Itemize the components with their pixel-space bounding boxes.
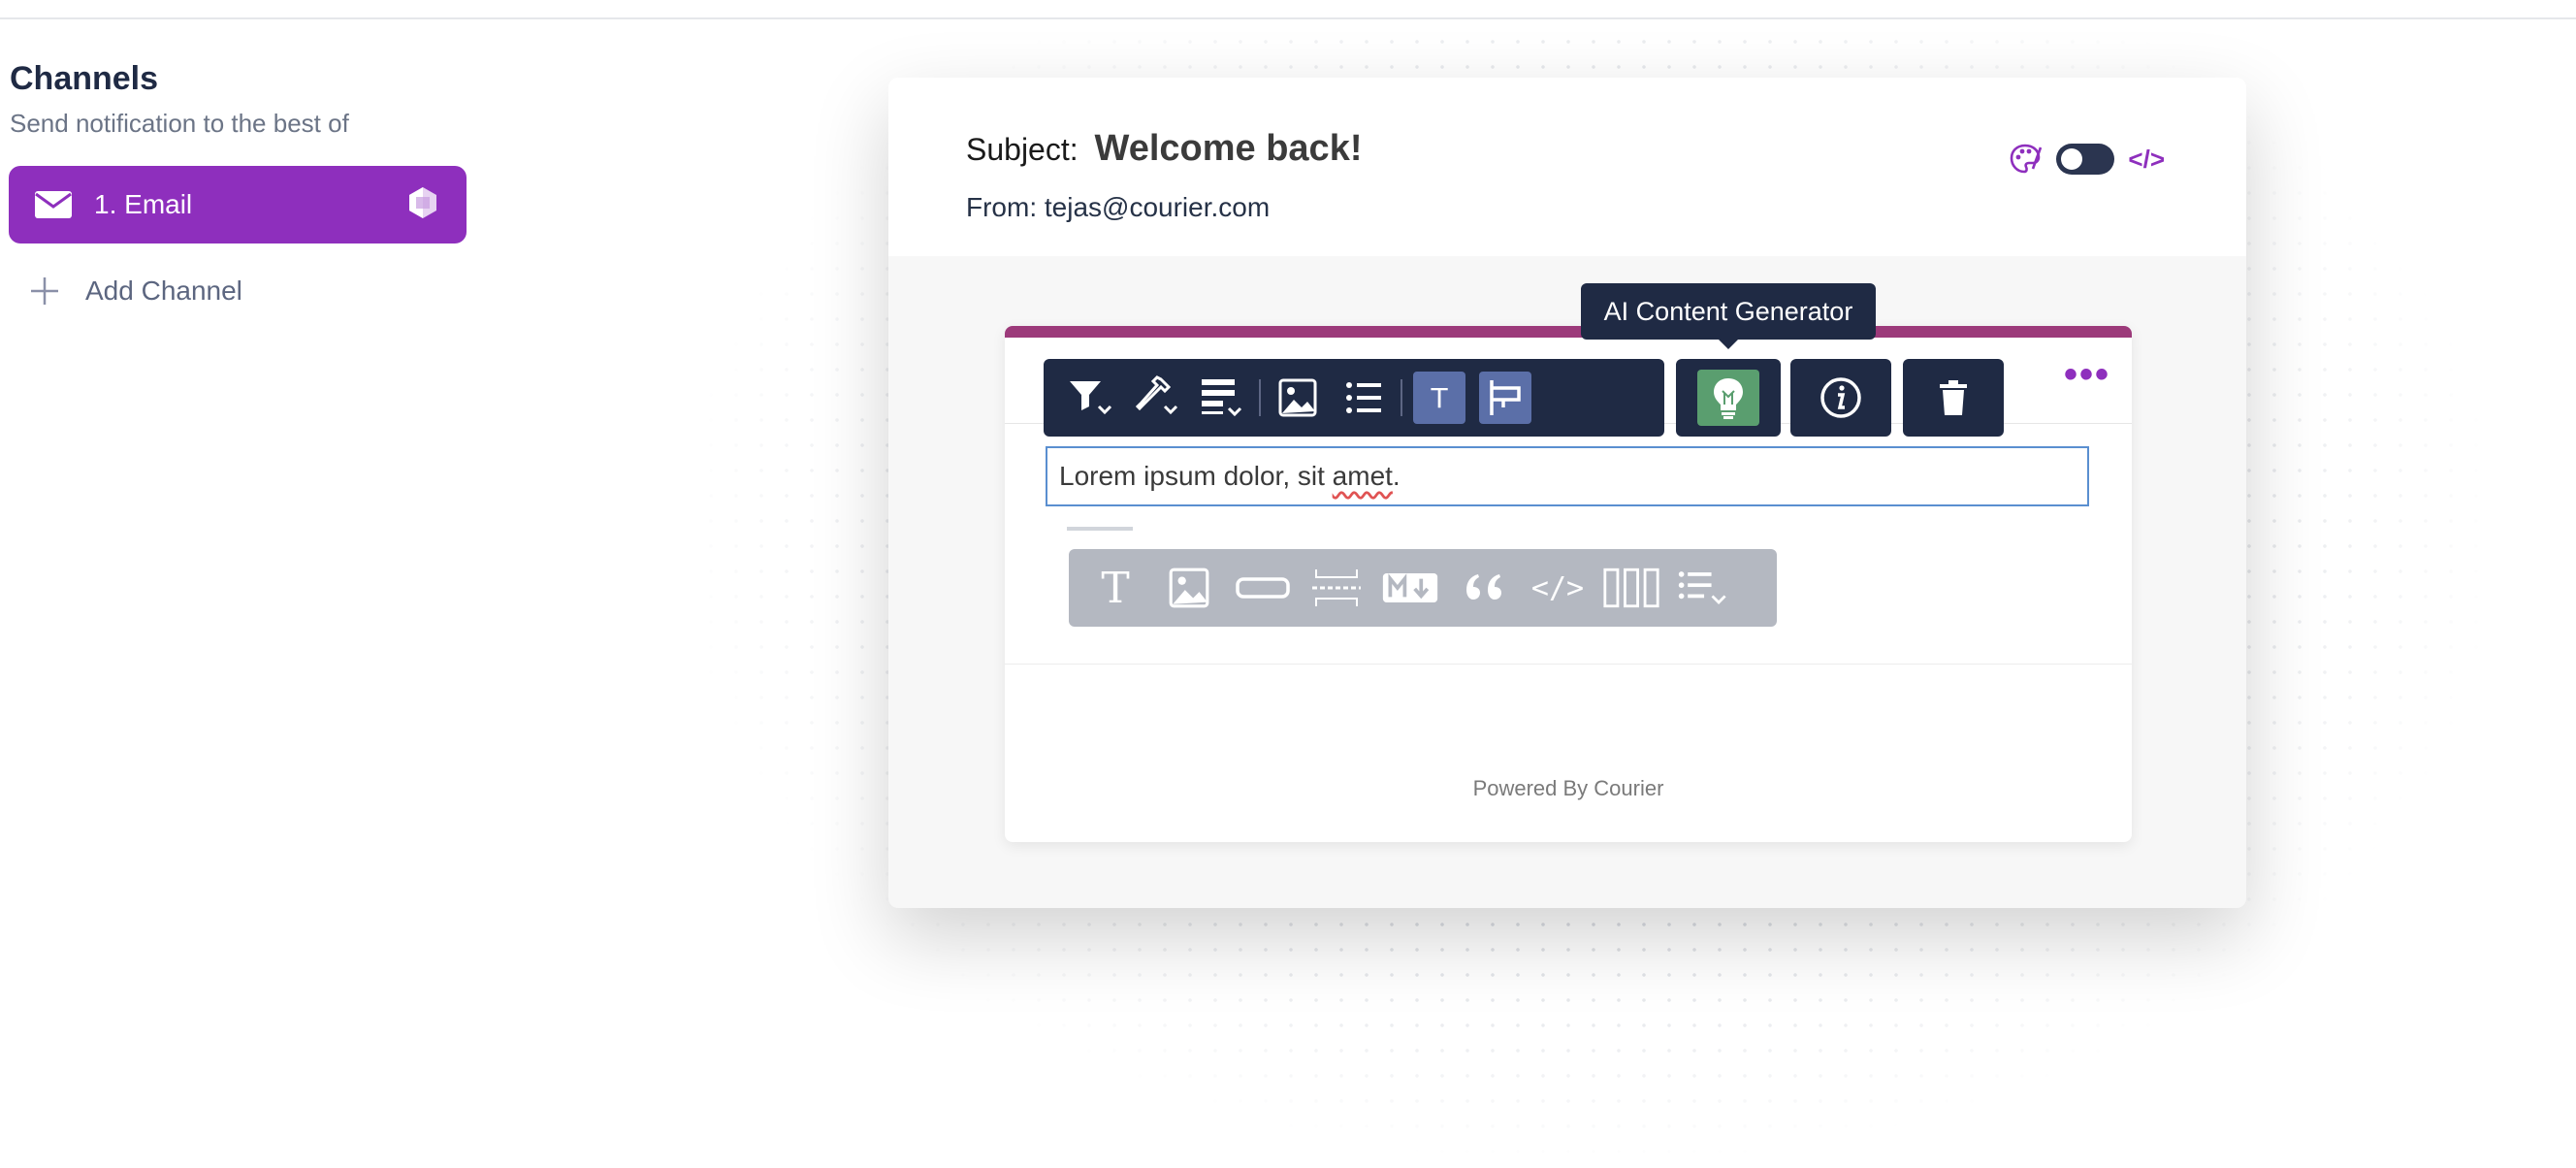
quote-block-icon[interactable] xyxy=(1455,561,1513,615)
markdown-block-icon[interactable] xyxy=(1381,561,1439,615)
more-options-icon[interactable]: ••• xyxy=(2064,355,2110,394)
envelope-icon xyxy=(35,191,72,218)
text-block-icon[interactable]: T xyxy=(1086,561,1144,615)
filter-icon[interactable] xyxy=(1064,372,1116,424)
footer-divider xyxy=(1005,664,2132,665)
top-divider xyxy=(0,17,2576,19)
plus-icon xyxy=(31,277,58,305)
code-block-icon[interactable]: </> xyxy=(1529,561,1587,615)
channels-title: Channels xyxy=(10,60,159,97)
button-block-icon[interactable] xyxy=(1234,561,1292,615)
image-block-icon[interactable] xyxy=(1160,561,1218,615)
align-icon[interactable] xyxy=(1196,372,1248,424)
toolbar-separator xyxy=(1259,379,1261,416)
block-toolbar: T xyxy=(1044,359,1664,437)
subject-label: Subject: xyxy=(966,132,1079,167)
info-button[interactable] xyxy=(1790,359,1891,437)
delete-button[interactable] xyxy=(1903,359,2004,437)
lightbulb-icon xyxy=(1697,370,1759,426)
misspelled-word: amet xyxy=(1332,461,1393,491)
from-value[interactable]: tejas@courier.com xyxy=(1045,192,1270,222)
subject-value[interactable]: Welcome back! xyxy=(1095,128,1363,169)
ai-content-generator-tooltip: AI Content Generator xyxy=(1581,283,1876,349)
columns-block-icon[interactable] xyxy=(1602,561,1660,615)
image-icon[interactable] xyxy=(1272,372,1324,424)
palette-icon[interactable] xyxy=(2008,142,2043,177)
email-editor-card: Subject: Welcome back! From: tejas@couri… xyxy=(888,78,2246,908)
powered-by-text: Powered By Courier xyxy=(1472,776,1664,800)
subject-line[interactable]: Subject: Welcome back! xyxy=(966,128,1362,170)
channels-subtitle: Send notification to the best of xyxy=(10,109,349,138)
list-icon[interactable] xyxy=(1337,372,1390,424)
add-channel-label: Add Channel xyxy=(85,276,242,306)
courier-logo-icon xyxy=(409,187,436,218)
trash-icon xyxy=(1940,380,1967,415)
code-icon[interactable]: </> xyxy=(2128,145,2165,175)
drag-handle-line xyxy=(1067,527,1133,531)
text-content: Lorem ipsum dolor, sit xyxy=(1059,461,1333,491)
preview-toggle[interactable] xyxy=(2056,144,2115,175)
email-header: Subject: Welcome back! From: tejas@couri… xyxy=(888,78,2246,256)
channel-label: Email xyxy=(124,189,193,219)
channel-number: 1. xyxy=(94,189,117,219)
channel-email-item[interactable]: 1. Email xyxy=(9,166,467,243)
email-body: T ••• Lorem ipsum dolor, sit amet. T </>… xyxy=(1005,326,2132,842)
toggle-knob xyxy=(2061,148,2083,170)
add-channel-button[interactable]: Add Channel xyxy=(29,276,242,307)
ai-content-generator-button[interactable] xyxy=(1676,359,1781,437)
text-end: . xyxy=(1392,461,1401,491)
divider-block-icon[interactable] xyxy=(1307,561,1366,615)
brand-bar xyxy=(1005,326,2132,338)
header-controls: </> xyxy=(2008,142,2165,177)
from-line[interactable]: From: tejas@courier.com xyxy=(966,192,1270,223)
toolbar-separator xyxy=(1401,379,1402,416)
text-style-icon[interactable]: T xyxy=(1413,372,1465,424)
list-block-icon[interactable] xyxy=(1676,561,1734,615)
flag-icon[interactable] xyxy=(1479,372,1531,424)
info-icon xyxy=(1820,377,1861,418)
from-label: From: xyxy=(966,192,1038,222)
insert-block-toolbar: T </> xyxy=(1069,549,1777,627)
text-block-editor[interactable]: Lorem ipsum dolor, sit amet. xyxy=(1046,446,2089,506)
eyedropper-icon[interactable] xyxy=(1130,372,1182,424)
